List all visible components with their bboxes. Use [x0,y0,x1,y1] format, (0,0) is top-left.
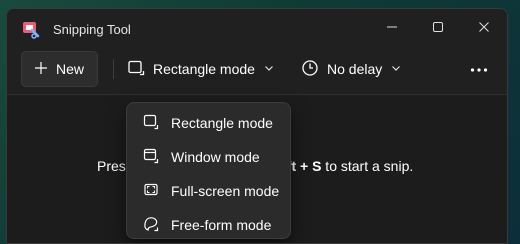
hint-start: Pres [97,158,126,174]
close-button[interactable] [461,9,507,49]
delay-label: No delay [327,61,383,77]
maximize-button[interactable] [415,9,461,49]
new-snip-button[interactable]: New [21,51,98,87]
plus-icon [34,61,48,78]
snip-mode-label: Rectangle mode [153,61,255,77]
rectangle-mode-icon [143,114,159,133]
window-mode-icon [143,148,159,167]
snipping-tool-app-icon [21,19,41,39]
snip-mode-dropdown[interactable]: Rectangle mode [127,51,275,87]
menu-item-fullscreen-mode[interactable]: Full-screen mode [131,174,286,208]
clock-icon [301,59,319,80]
fullscreen-mode-icon [143,182,159,201]
menu-item-label: Window mode [171,149,260,165]
new-label: New [56,61,85,77]
more-options-icon [470,60,488,78]
menu-item-freeform-mode[interactable]: Free-form mode [131,208,286,242]
chevron-down-icon [390,61,402,77]
snip-mode-menu: Rectangle mode Window mode Full-screen m… [126,102,291,239]
minimize-icon [386,20,398,38]
freeform-mode-icon [143,216,159,235]
rectangle-mode-icon [127,59,145,80]
hint-keys: ft + S [286,158,322,174]
snipping-tool-window: Snipping Tool New Rectangle mode No dela… [6,8,508,244]
menu-item-rectangle-mode[interactable]: Rectangle mode [131,106,286,140]
menu-item-window-mode[interactable]: Window mode [131,140,286,174]
menu-item-label: Full-screen mode [171,183,280,199]
menu-item-label: Free-form mode [171,217,272,233]
more-options-button[interactable] [463,51,495,87]
minimize-button[interactable] [369,9,415,49]
maximize-icon [432,20,444,38]
toolbar-divider [113,59,114,79]
close-icon [478,20,490,38]
toolbar: New Rectangle mode No delay [7,49,507,95]
title-bar: Snipping Tool [7,9,507,49]
delay-dropdown[interactable]: No delay [301,51,402,87]
window-title: Snipping Tool [53,22,131,37]
chevron-down-icon [263,61,275,77]
hint-end: to start a snip. [321,158,414,174]
menu-item-label: Rectangle mode [171,115,273,131]
